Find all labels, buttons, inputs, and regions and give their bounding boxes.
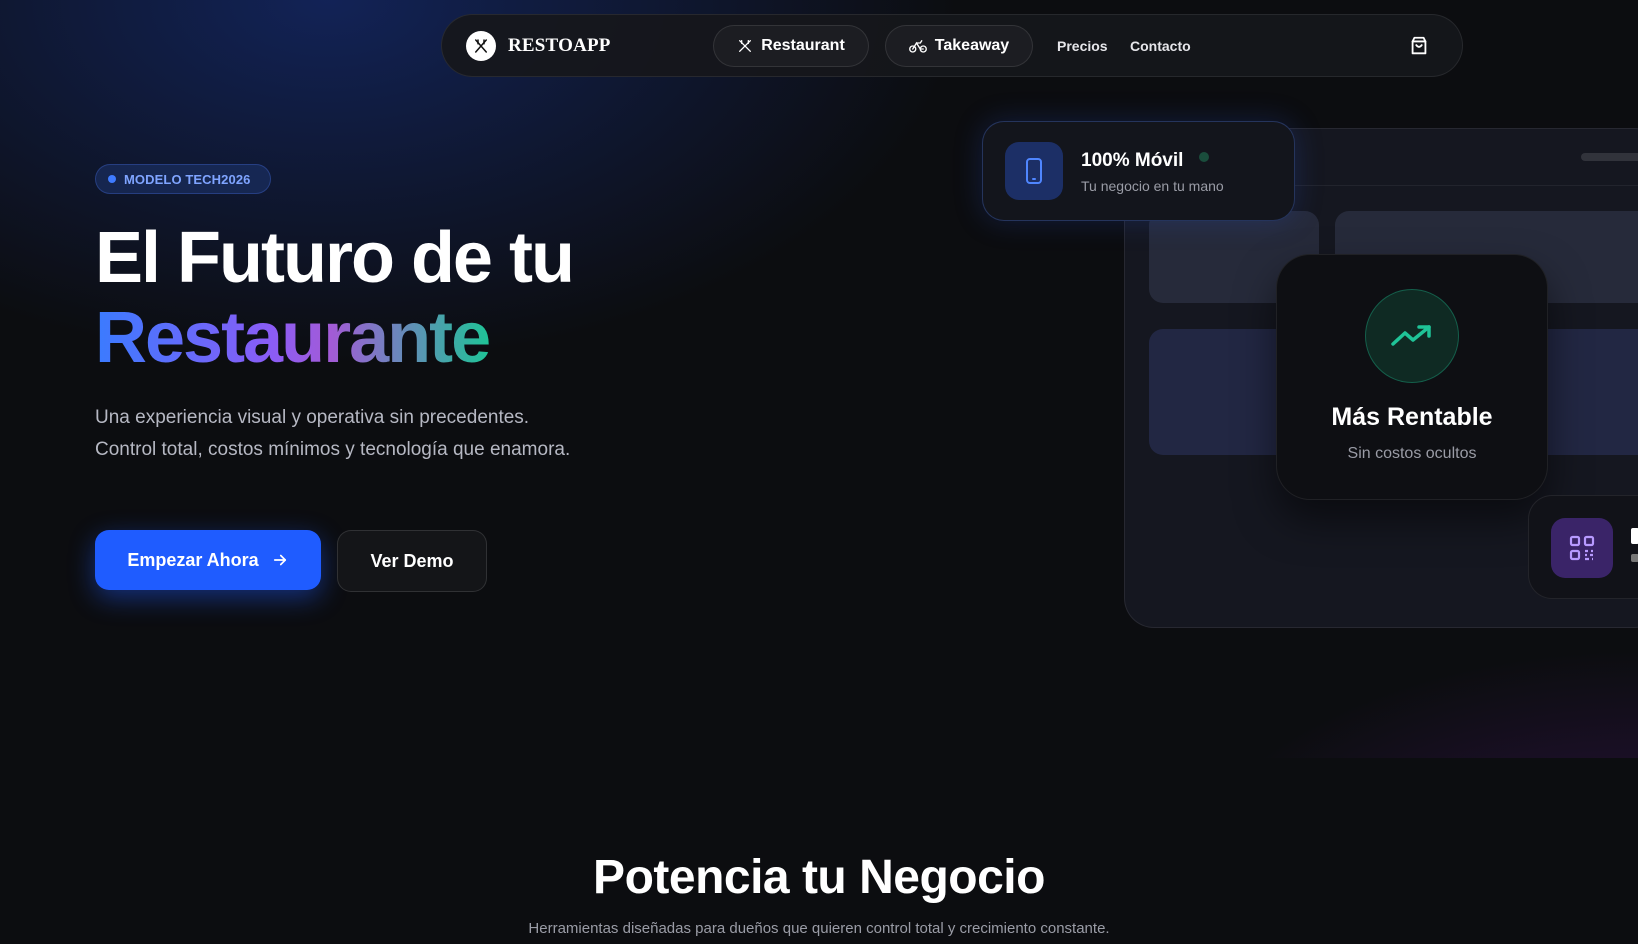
- logo-icon[interactable]: [466, 31, 496, 61]
- nav-link-precios[interactable]: Precios: [1057, 38, 1108, 54]
- trending-up-icon: [1365, 289, 1459, 383]
- qr-card-text-fragment: [1631, 554, 1638, 562]
- qr-card-text-fragment: [1631, 528, 1638, 544]
- rentable-card-subtitle: Sin costos ocultos: [1347, 445, 1477, 462]
- bike-icon: [908, 40, 927, 53]
- hero-badge-label: MODELO TECH2026: [124, 171, 251, 187]
- mockup-bar: [1581, 153, 1638, 161]
- hero-description: Una experiencia visual y operativa sin p…: [95, 407, 571, 460]
- empezar-ahora-label: Empezar Ahora: [127, 549, 259, 570]
- arrow-right-icon: [273, 554, 286, 566]
- badge-dot-icon: [108, 175, 116, 183]
- feature-card-rentable: Más Rentable Sin costos ocultos: [1276, 254, 1548, 500]
- ver-demo-button[interactable]: Ver Demo: [337, 530, 487, 592]
- nav-pill-takeaway-label: Takeaway: [934, 37, 1010, 54]
- section-title: Potencia tu Negocio: [593, 851, 1045, 904]
- brand-name[interactable]: RESTOAPP: [508, 35, 611, 57]
- movil-card-title: 100% Móvil: [1081, 150, 1184, 171]
- ver-demo-label: Ver Demo: [370, 550, 454, 571]
- empezar-ahora-button[interactable]: Empezar Ahora: [95, 530, 321, 590]
- rentable-card-title: Más Rentable: [1331, 403, 1493, 431]
- feature-card-qr: [1528, 495, 1638, 599]
- status-dot-icon: [1199, 152, 1209, 162]
- nav-pill-takeaway[interactable]: Takeaway: [885, 25, 1033, 67]
- feature-card-movil: 100% Móvil Tu negocio en tu mano: [982, 121, 1295, 221]
- section-subtitle: Herramientas diseñadas para dueños que q…: [528, 920, 1110, 937]
- nav-pill-restaurant-label: Restaurant: [761, 37, 845, 54]
- hero-title-line1: El Futuro de tu: [95, 218, 575, 298]
- top-navbar: RESTOAPP Restaurant Takeaway Precios Con…: [441, 14, 1463, 77]
- movil-card-subtitle: Tu negocio en tu mano: [1081, 178, 1224, 194]
- smartphone-icon: [1005, 142, 1063, 200]
- hero-badge: MODELO TECH2026: [95, 164, 271, 194]
- qr-code-icon: [1551, 518, 1613, 578]
- nav-link-contacto[interactable]: Contacto: [1130, 38, 1191, 54]
- shopping-bag-icon[interactable]: [1408, 35, 1430, 57]
- utensils-icon: [739, 40, 752, 52]
- hero-title-line2: Restaurante: [95, 298, 491, 378]
- nav-pill-restaurant[interactable]: Restaurant: [713, 25, 869, 67]
